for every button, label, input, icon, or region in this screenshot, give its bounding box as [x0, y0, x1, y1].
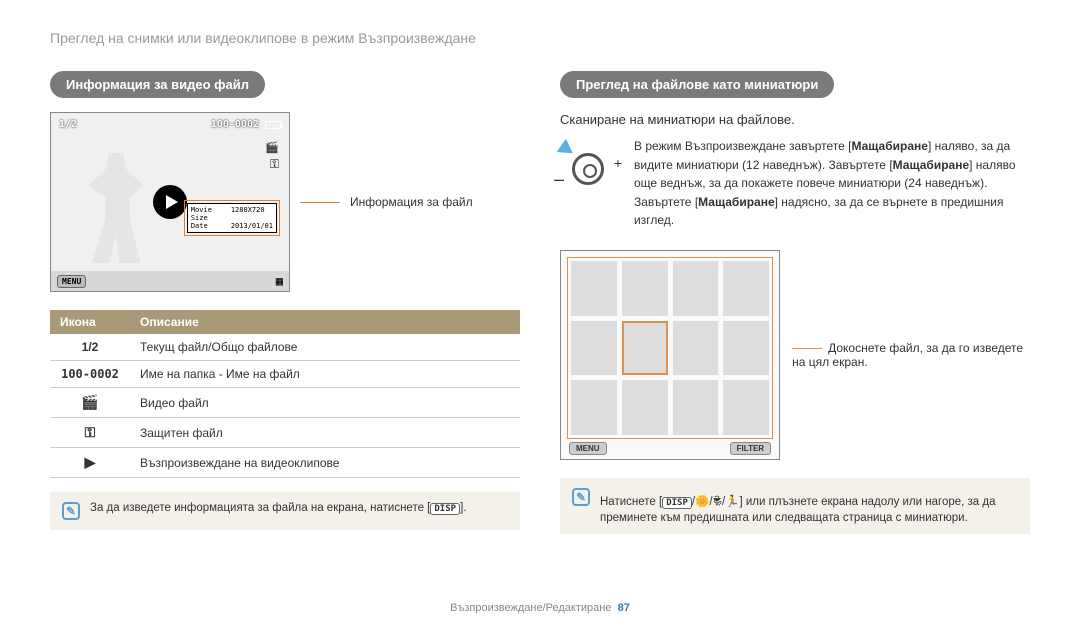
info-value-date: 2013/01/01: [231, 222, 273, 230]
disp-button-chip: DISP: [430, 503, 460, 515]
info-label-date: Date: [191, 222, 227, 230]
note-box-nav: ✎ Натиснете [DISP/🌼/🕏/🏃] или плъзнете ек…: [560, 478, 1030, 534]
row-icon: ⚿: [50, 418, 130, 448]
thumb-item[interactable]: [571, 321, 617, 376]
thumb-item[interactable]: [723, 261, 769, 316]
thumb-item-selected[interactable]: [622, 321, 668, 376]
filter-button[interactable]: FILTER: [730, 442, 771, 455]
lock-icon: ⚿: [270, 157, 279, 172]
zoom-in-icon: +: [614, 155, 622, 171]
icon-legend-table: Икона Описание 1/2 Текущ файл/Общо файло…: [50, 310, 520, 478]
thumb-item[interactable]: [723, 380, 769, 435]
thumbnail-view-icon[interactable]: ▦: [276, 274, 283, 288]
thumbnail-grid-screen: MENU FILTER: [560, 250, 780, 460]
page-footer: Възпроизвеждане/Редактиране 87: [0, 602, 1080, 614]
zoom-instruction-text: В режим Възпроизвеждане завъртете [Мащаб…: [634, 137, 1030, 230]
file-counter: 1/2: [59, 119, 77, 130]
row-desc: Текущ файл/Общо файлове: [130, 334, 520, 361]
thumb-item[interactable]: [673, 380, 719, 435]
table-row: 100-0002 Име на папка - Име на файл: [50, 361, 520, 388]
callout-line: [300, 202, 340, 203]
footer-section: Възпроизвеждане/Редактиране: [450, 602, 611, 614]
zoom-out-icon: –: [554, 169, 564, 190]
note-text-pre: За да изведете информацията за файла на …: [90, 502, 430, 514]
left-column: Информация за видео файл 1/2 100-0002 🎬 …: [50, 71, 520, 534]
table-row: ⚿ Защитен файл: [50, 418, 520, 448]
thumb-item[interactable]: [571, 261, 617, 316]
row-icon: 1/2: [50, 334, 130, 361]
menu-button[interactable]: MENU: [57, 275, 86, 288]
info-icon: ✎: [62, 502, 80, 520]
row-desc: Име на папка - Име на файл: [130, 361, 520, 388]
callout-line: [792, 348, 822, 349]
rotate-arrow-icon: [553, 139, 572, 159]
thumb-callout: Докоснете файл, за да го изведете на цял…: [792, 341, 1030, 369]
video-icon: 🎬: [81, 394, 98, 410]
thumbnails-subhead: Сканиране на миниатюри на файлове.: [560, 112, 1030, 127]
video-playback-screen: 1/2 100-0002 🎬 ⚿ Movie Size1280X720 Date…: [50, 112, 290, 292]
menu-button[interactable]: MENU: [569, 442, 607, 455]
row-desc: Защитен файл: [130, 418, 520, 448]
zoom-dial-icon: + –: [560, 143, 620, 193]
file-info-callout: Информация за файл: [350, 195, 473, 209]
table-row: 1/2 Текущ файл/Общо файлове: [50, 334, 520, 361]
note-text-pre: Натиснете [: [600, 496, 662, 508]
thumb-item[interactable]: [622, 261, 668, 316]
info-label-size: Movie Size: [191, 206, 227, 222]
row-desc: Видео файл: [130, 388, 520, 418]
th-icon: Икона: [50, 310, 130, 334]
zoom-ring-icon: [572, 153, 604, 185]
table-row: ▶ Възпроизвеждане на видеоклипове: [50, 448, 520, 478]
thumb-item[interactable]: [673, 321, 719, 376]
note-box-disp: ✎ За да изведете информацията за файла н…: [50, 492, 520, 530]
thumbnail-grid: [571, 261, 769, 435]
section-title-video-info: Информация за видео файл: [50, 71, 265, 98]
row-icon: 🎬: [50, 388, 130, 418]
thumb-item[interactable]: [571, 380, 617, 435]
info-value-size: 1280X720: [231, 206, 265, 222]
movie-icon: 🎬: [265, 141, 279, 154]
section-title-thumbnails: Преглед на файлове като миниатюри: [560, 71, 834, 98]
thumb-item[interactable]: [723, 321, 769, 376]
row-desc: Възпроизвеждане на видеоклипове: [130, 448, 520, 478]
thumb-item[interactable]: [673, 261, 719, 316]
table-row: 🎬 Видео файл: [50, 388, 520, 418]
play-button[interactable]: [153, 185, 187, 219]
disp-button-chip: DISP: [662, 497, 692, 509]
lock-icon: ⚿: [85, 424, 96, 440]
page-number: 87: [618, 602, 630, 614]
note-text-post: ].: [460, 502, 466, 514]
battery-icon: [265, 121, 281, 129]
file-info-overlay: Movie Size1280X720 Date 2013/01/01: [187, 203, 277, 233]
thumb-item[interactable]: [622, 380, 668, 435]
right-column: Преглед на файлове като миниатюри Сканир…: [560, 71, 1030, 534]
row-icon: 100-0002: [50, 361, 130, 388]
page-header-title: Преглед на снимки или видеоклипове в реж…: [50, 30, 1030, 46]
video-thumbnail-figure: [81, 153, 151, 263]
th-desc: Описание: [130, 310, 520, 334]
row-icon: ▶: [50, 448, 130, 478]
play-icon: ▶: [85, 454, 96, 470]
file-id: 100-0002: [211, 119, 259, 130]
info-icon: ✎: [572, 488, 590, 506]
